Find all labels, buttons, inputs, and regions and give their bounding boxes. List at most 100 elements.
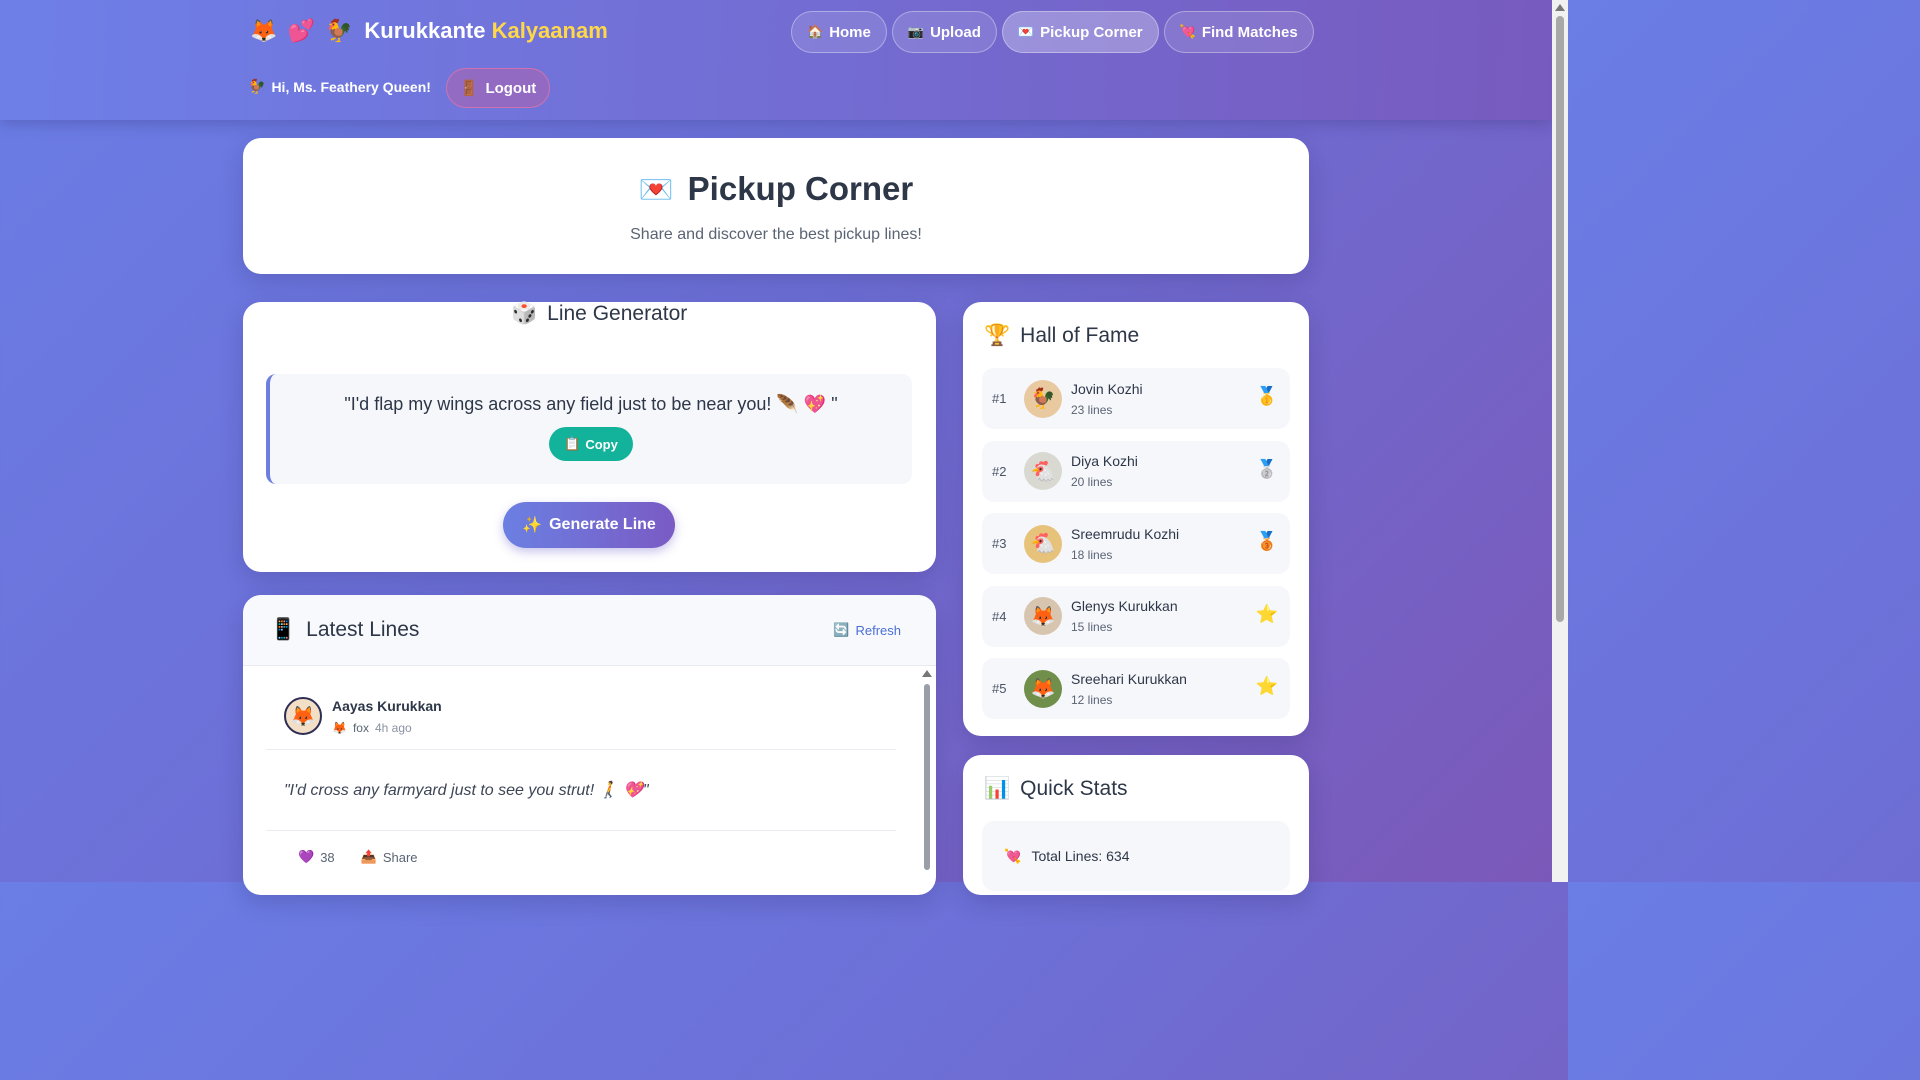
list-item: 🦊 Aayas Kurukkan 🦊 fox 4h ago "I'd cross… <box>266 685 896 883</box>
user-greeting: 🐓 Hi, Ms. Feathery Queen! <box>248 78 431 95</box>
entry-count: 12 lines <box>1071 692 1113 707</box>
generate-line-label: Generate Line <box>549 516 656 533</box>
entry-info: Sreehari Kurukkan 12 lines <box>1071 671 1187 707</box>
entry-info: Diya Kozhi 20 lines <box>1071 453 1138 489</box>
hall-of-fame-title: 🏆 Hall of Fame <box>984 324 1139 348</box>
list-item[interactable]: #5 🦊 Sreehari Kurukkan 12 lines ⭐ <box>982 658 1290 719</box>
line-generator-card: 🎲 Line Generator "I'd flap my wings acro… <box>243 302 936 572</box>
latest-lines-title-text: Latest Lines <box>306 618 420 641</box>
quick-stats-title-text: Quick Stats <box>1020 777 1128 800</box>
avatar: 🦊 <box>1024 669 1062 708</box>
heart-icon: 💜 <box>298 849 315 864</box>
refresh-icon: 🔄 <box>833 622 850 637</box>
rank: #5 <box>992 681 1007 696</box>
entry-name: Glenys Kurukkan <box>1071 598 1178 614</box>
door-icon: 🚪 <box>459 80 479 97</box>
stat-total-lines: 💘 Total Lines: 634 <box>982 821 1290 891</box>
star-icon: ⭐ <box>1255 676 1278 696</box>
rank: #3 <box>992 536 1007 551</box>
like-button[interactable]: 💜 38 <box>298 849 335 865</box>
brand-name: Kurukkante Kalyaanam <box>364 18 607 44</box>
dice-icon: 🎲 <box>511 302 538 325</box>
share-button[interactable]: 📤 Share <box>361 849 418 865</box>
line-generator-title-text: Line Generator <box>547 302 688 325</box>
rank: #1 <box>992 391 1007 406</box>
scroll-up-arrow-icon[interactable] <box>1555 4 1565 11</box>
latest-lines-title: 📱 Latest Lines <box>270 618 419 642</box>
nav-find-matches-label: Find Matches <box>1201 23 1298 41</box>
sparkles-icon: ✨ <box>522 517 543 534</box>
post-time: 4h ago <box>374 720 412 735</box>
logout-button[interactable]: 🚪 Logout <box>446 68 550 108</box>
trophy-icon: 🏆 <box>984 324 1011 347</box>
list-item[interactable]: #4 🦊 Glenys Kurukkan 15 lines ⭐ <box>982 585 1290 647</box>
avatar: 🐔 <box>1024 452 1062 490</box>
rank: #4 <box>992 608 1007 624</box>
love-letter-icon: 💌 <box>638 173 674 205</box>
brand-name-part-1: Kurukkante <box>364 18 486 43</box>
avatar[interactable]: 🦊 <box>284 697 322 735</box>
post-species: fox <box>352 720 369 735</box>
nav-home-button[interactable]: 🏠 Home <box>791 11 887 53</box>
entry-info: Jovin Kozhi 23 lines <box>1071 381 1143 417</box>
entry-count: 15 lines <box>1071 620 1113 634</box>
copy-label: Copy <box>585 436 618 452</box>
hall-of-fame-title-text: Hall of Fame <box>1020 324 1140 347</box>
phone-icon: 📱 <box>270 618 297 641</box>
heart-arrow-icon: 💘 <box>1004 847 1022 864</box>
star-icon: ⭐ <box>1255 603 1278 624</box>
post-header: 🦊 Aayas Kurukkan 🦊 fox 4h ago <box>266 685 896 750</box>
copy-button[interactable]: 📋 Copy <box>549 427 633 461</box>
hall-of-fame-card: 🏆 Hall of Fame #1 🐓 Jovin Kozhi 23 lines… <box>963 302 1309 736</box>
latest-lines-header: 📱 Latest Lines 🔄 Refresh <box>243 595 936 666</box>
entry-name: Sreehari Kurukkan <box>1071 670 1187 687</box>
nav-upload-label: Upload <box>930 23 981 41</box>
top-navbar: 🦊 💕 🐓 Kurukkante Kalyaanam 🏠 Home 📷 Uplo… <box>0 0 1552 120</box>
share-icon: 📤 <box>360 849 377 864</box>
generate-line-button[interactable]: ✨ Generate Line <box>503 502 675 548</box>
brand-logo-icon: 🦊 💕 🐓 <box>250 18 355 43</box>
entry-count: 20 lines <box>1071 475 1113 489</box>
post-line-text: "I'd cross any farmyard just to see you … <box>266 750 896 831</box>
brand[interactable]: 🦊 💕 🐓 Kurukkante Kalyaanam <box>250 18 608 44</box>
logout-label: Logout <box>485 79 537 97</box>
latest-lines-card: 📱 Latest Lines 🔄 Refresh 🦊 Aayas Kurukka… <box>243 595 936 895</box>
entry-count: 23 lines <box>1071 402 1113 417</box>
avatar: 🐔 <box>1024 524 1062 563</box>
bronze-medal-icon: 🥉 <box>1255 531 1278 551</box>
main-nav: 🏠 Home 📷 Upload 💌 Pickup Corner 💘 Find M… <box>791 11 1314 53</box>
page-title: 💌 Pickup Corner <box>243 170 1309 208</box>
entry-count: 18 lines <box>1071 547 1113 562</box>
latest-lines-scrollbar[interactable] <box>922 670 932 880</box>
refresh-label: Refresh <box>855 622 901 638</box>
entry-name: Jovin Kozhi <box>1071 380 1143 397</box>
bar-chart-icon: 📊 <box>984 777 1011 800</box>
avatar: 🦊 <box>1024 597 1062 635</box>
page-scrollbar[interactable] <box>1552 0 1568 882</box>
nav-pickup-corner-label: Pickup Corner <box>1040 23 1143 41</box>
home-icon: 🏠 <box>807 24 824 39</box>
list-item[interactable]: #1 🐓 Jovin Kozhi 23 lines 🥇 <box>982 368 1290 429</box>
quick-stats-card: 📊 Quick Stats 💘 Total Lines: 634 <box>963 755 1309 895</box>
entry-info: Glenys Kurukkan 15 lines <box>1071 598 1178 634</box>
nav-find-matches-button[interactable]: 💘 Find Matches <box>1163 11 1314 53</box>
greeting-text: Hi, Ms. Feathery Queen! <box>271 78 431 95</box>
refresh-button[interactable]: 🔄 Refresh <box>833 622 901 638</box>
stat-total-lines-text: Total Lines: 634 <box>1031 848 1130 864</box>
scroll-up-arrow-icon[interactable] <box>922 670 932 677</box>
page-subtitle: Share and discover the best pickup lines… <box>630 226 922 243</box>
page-title-text: Pickup Corner <box>687 170 914 207</box>
fox-icon: 🦊 <box>332 720 347 735</box>
nav-upload-button[interactable]: 📷 Upload <box>891 11 997 53</box>
list-item[interactable]: #2 🐔 Diya Kozhi 20 lines 🥈 <box>982 440 1290 502</box>
entry-name: Diya Kozhi <box>1071 453 1138 469</box>
page-hero: 💌 Pickup Corner Share and discover the b… <box>243 138 1309 274</box>
page-scroll-thumb[interactable] <box>1556 16 1564 622</box>
line-generator-title: 🎲 Line Generator <box>511 302 687 326</box>
scroll-thumb[interactable] <box>924 684 930 870</box>
nav-home-label: Home <box>829 23 871 41</box>
list-item[interactable]: #3 🐔 Sreemrudu Kozhi 18 lines 🥉 <box>982 513 1290 574</box>
entry-name: Sreemrudu Kozhi <box>1071 525 1180 542</box>
post-author-name[interactable]: Aayas Kurukkan <box>332 698 442 714</box>
nav-pickup-corner-button[interactable]: 💌 Pickup Corner <box>1001 11 1159 53</box>
